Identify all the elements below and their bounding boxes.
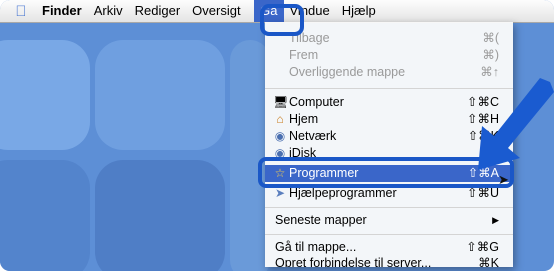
desktop-pattern (95, 160, 225, 271)
menu-separator (265, 207, 513, 208)
highlight-outline-ga (260, 4, 304, 36)
utilities-icon: ➤ (274, 186, 286, 200)
menu-rediger[interactable]: Rediger (129, 0, 187, 22)
menu-item-frem[interactable]: Frem ⌘) (265, 47, 513, 64)
screen:  Finder Arkiv Rediger Oversigt Gå Vindu… (0, 0, 554, 271)
submenu-arrow-icon: ▶ (492, 215, 499, 225)
menu-hjaelp[interactable]: Hjælp (336, 0, 382, 22)
mouse-cursor-icon: ➤ (498, 172, 509, 187)
apple-icon[interactable]:  (6, 3, 36, 20)
menu-separator (265, 234, 513, 235)
menu-item-opret-forbindelse[interactable]: Opret forbindelse til server... ⌘K (265, 255, 513, 267)
pointer-arrow-icon (478, 78, 554, 170)
menu-item-tilbage[interactable]: Tilbage ⌘( (265, 30, 513, 47)
menu-item-seneste-mapper[interactable]: Seneste mapper ▶ (265, 212, 513, 229)
menu-oversigt[interactable]: Oversigt (186, 0, 244, 22)
computer-icon: 🖥 (273, 95, 289, 109)
desktop-pattern (95, 40, 225, 150)
network-icon: ◉ (274, 129, 286, 143)
home-icon: ⌂ (276, 112, 284, 126)
desktop-pattern (0, 160, 90, 271)
menu-arkiv[interactable]: Arkiv (88, 0, 129, 22)
menu-finder[interactable]: Finder (36, 0, 88, 22)
desktop-pattern (230, 40, 270, 271)
menu-item-ga-til-mappe[interactable]: Gå til mappe... ⇧⌘G (265, 239, 513, 256)
desktop-pattern (0, 40, 90, 150)
